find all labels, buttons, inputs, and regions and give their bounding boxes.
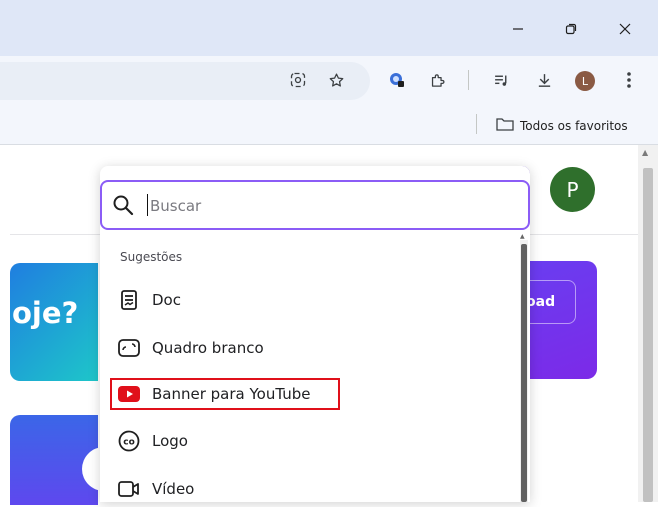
download-icon[interactable] <box>531 66 557 94</box>
address-bar[interactable] <box>0 62 370 100</box>
upload-label: oad <box>526 294 556 310</box>
suggestion-label: Vídeo <box>152 480 195 498</box>
star-icon[interactable] <box>323 66 349 94</box>
puzzle-icon[interactable] <box>424 66 450 94</box>
svg-text:co: co <box>123 438 135 448</box>
profile-avatar[interactable]: L <box>575 71 595 91</box>
close-icon[interactable] <box>610 14 640 44</box>
account-avatar[interactable]: P <box>550 167 595 212</box>
account-initial: P <box>566 177 579 202</box>
lens-icon[interactable] <box>285 66 311 94</box>
all-bookmarks-button[interactable]: Todos os favoritos <box>496 117 628 134</box>
profile-initial: L <box>581 74 589 88</box>
folder-icon <box>496 117 514 134</box>
suggestion-label: Logo <box>152 432 188 450</box>
search-input[interactable] <box>148 192 512 220</box>
bookmarks-separator <box>476 114 477 134</box>
text-caret <box>147 194 148 216</box>
all-bookmarks-label: Todos os favoritos <box>520 118 628 133</box>
suggestion-logo[interactable]: co Logo <box>112 423 512 459</box>
toolbar-separator <box>468 70 469 90</box>
suggestions-heading: Sugestões <box>120 250 183 264</box>
doc-icon <box>118 289 140 311</box>
media-icon[interactable] <box>488 66 514 94</box>
suggestion-whiteboard[interactable]: Quadro branco <box>112 330 512 366</box>
restore-icon[interactable] <box>556 14 586 44</box>
extension-badge-icon[interactable] <box>384 66 410 94</box>
hero-banner-text: oje? <box>12 296 79 330</box>
dropdown-scroll-up-icon[interactable]: ▲ <box>520 233 525 240</box>
video-icon <box>118 478 140 500</box>
highlight-box <box>110 378 340 410</box>
whiteboard-icon <box>118 337 140 359</box>
suggestion-doc[interactable]: Doc <box>112 282 512 318</box>
minimize-icon[interactable] <box>503 14 533 44</box>
menu-icon[interactable] <box>616 66 642 94</box>
suggestion-label: Quadro branco <box>152 339 264 357</box>
suggestion-label: Doc <box>152 291 181 309</box>
dropdown-scroll-thumb[interactable] <box>521 244 527 502</box>
search-icon <box>112 194 134 216</box>
logo-icon: co <box>118 430 140 452</box>
scroll-up-arrow-icon[interactable]: ▲ <box>642 148 648 157</box>
page-scroll-thumb[interactable] <box>643 168 653 502</box>
